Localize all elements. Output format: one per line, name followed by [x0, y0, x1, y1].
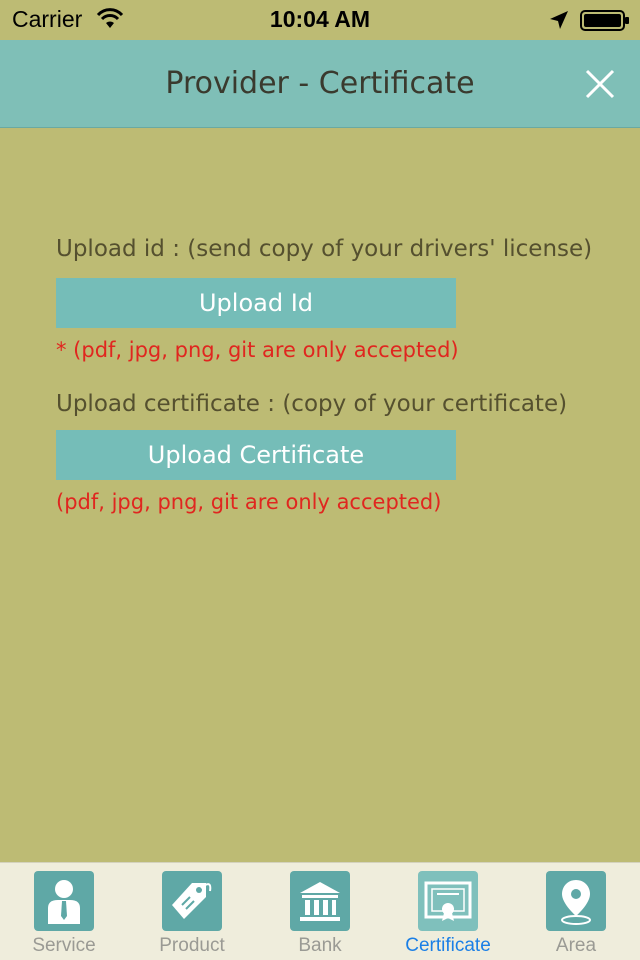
upload-id-note: * (pdf, jpg, png, git are only accepted) [56, 338, 459, 362]
upload-certificate-label: Upload certificate : (copy of your certi… [56, 391, 568, 417]
tab-certificate[interactable]: Certificate [384, 863, 512, 960]
location-arrow-icon [550, 11, 568, 29]
certificate-form: Upload id : (send copy of your drivers' … [0, 128, 640, 862]
location-pin-icon [561, 880, 591, 925]
page-title: Provider - Certificate [165, 66, 475, 101]
tab-label: Area [555, 935, 597, 956]
tab-bank[interactable]: Bank [256, 863, 384, 960]
tab-area[interactable]: Area [512, 863, 640, 960]
tab-label: Certificate [405, 935, 491, 956]
tab-label: Bank [298, 935, 342, 956]
navigation-bar: Provider - Certificate [0, 40, 640, 128]
upload-certificate-button[interactable]: Upload Certificate [56, 430, 456, 480]
bank-icon [300, 882, 340, 921]
clock: 10:04 AM [269, 6, 371, 32]
battery-icon [580, 10, 629, 31]
upload-id-button[interactable]: Upload Id [56, 278, 456, 328]
upload-certificate-note: (pdf, jpg, png, git are only accepted) [56, 490, 442, 514]
person-icon [48, 880, 80, 924]
close-icon [585, 69, 615, 99]
upload-id-label: Upload id : (send copy of your drivers' … [56, 236, 593, 262]
tag-icon [172, 883, 212, 919]
tab-product[interactable]: Product [128, 863, 256, 960]
status-bar: Carrier 10:04 AM [0, 0, 640, 40]
close-button[interactable] [578, 62, 622, 106]
certificate-icon [424, 881, 472, 921]
tab-label: Service [32, 935, 96, 956]
tab-label: Product [159, 935, 225, 956]
tab-bar: Service Product Bank Certificate Area [0, 862, 640, 960]
tab-service[interactable]: Service [0, 863, 128, 960]
